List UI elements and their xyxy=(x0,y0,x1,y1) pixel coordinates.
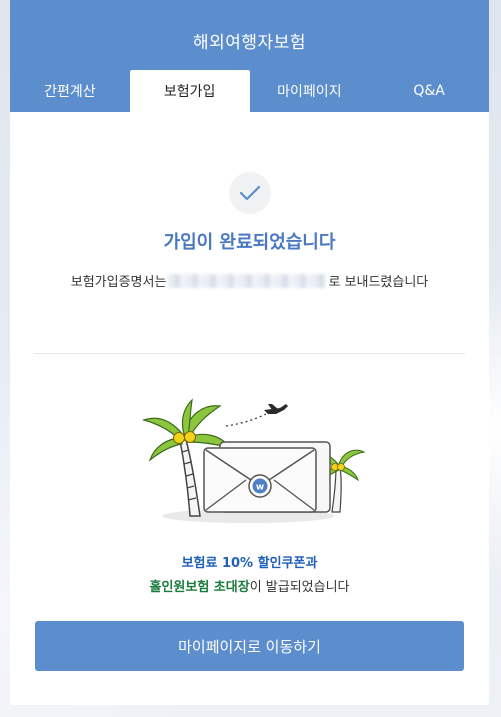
certificate-sent-message: 보험가입증명서는 로 보내드렸습니다 xyxy=(10,271,489,290)
check-icon xyxy=(229,172,271,214)
invitation-message: 홀인원보험 초대장이 발급되었습니다 xyxy=(10,576,489,595)
coupon-message: 보험료 10% 할인쿠폰과 xyxy=(181,556,318,571)
envelope-palm-illustration: w xyxy=(141,398,366,523)
tab-insurance-signup[interactable]: 보험가입 xyxy=(129,70,250,112)
page-title: 해외여행자보험 xyxy=(193,33,306,53)
sent-prefix: 보험가입증명서는 xyxy=(70,275,167,290)
tab-qna[interactable]: Q&A xyxy=(369,70,489,112)
tab-bar: 간편계산 보험가입 마이페이지 Q&A xyxy=(10,70,489,112)
divider xyxy=(34,353,465,354)
go-to-mypage-button[interactable]: 마이페이지로 이동하기 xyxy=(35,621,464,671)
header: 해외여행자보험 간편계산 보험가입 마이페이지 Q&A xyxy=(10,0,489,112)
tab-my-page[interactable]: 마이페이지 xyxy=(250,70,370,112)
insurance-card: 해외여행자보험 간편계산 보험가입 마이페이지 Q&A 가입이 완료되었습니다 … xyxy=(10,0,489,705)
masked-email xyxy=(168,274,327,288)
completion-title: 가입이 완료되었습니다 xyxy=(163,232,336,253)
svg-text:w: w xyxy=(256,483,264,493)
invitation-highlight: 홀인원보험 초대장 xyxy=(149,580,250,595)
sent-suffix: 로 보내드렸습니다 xyxy=(328,275,429,290)
tab-quick-calc[interactable]: 간편계산 xyxy=(10,70,130,112)
invitation-suffix: 이 발급되었습니다 xyxy=(249,580,350,595)
